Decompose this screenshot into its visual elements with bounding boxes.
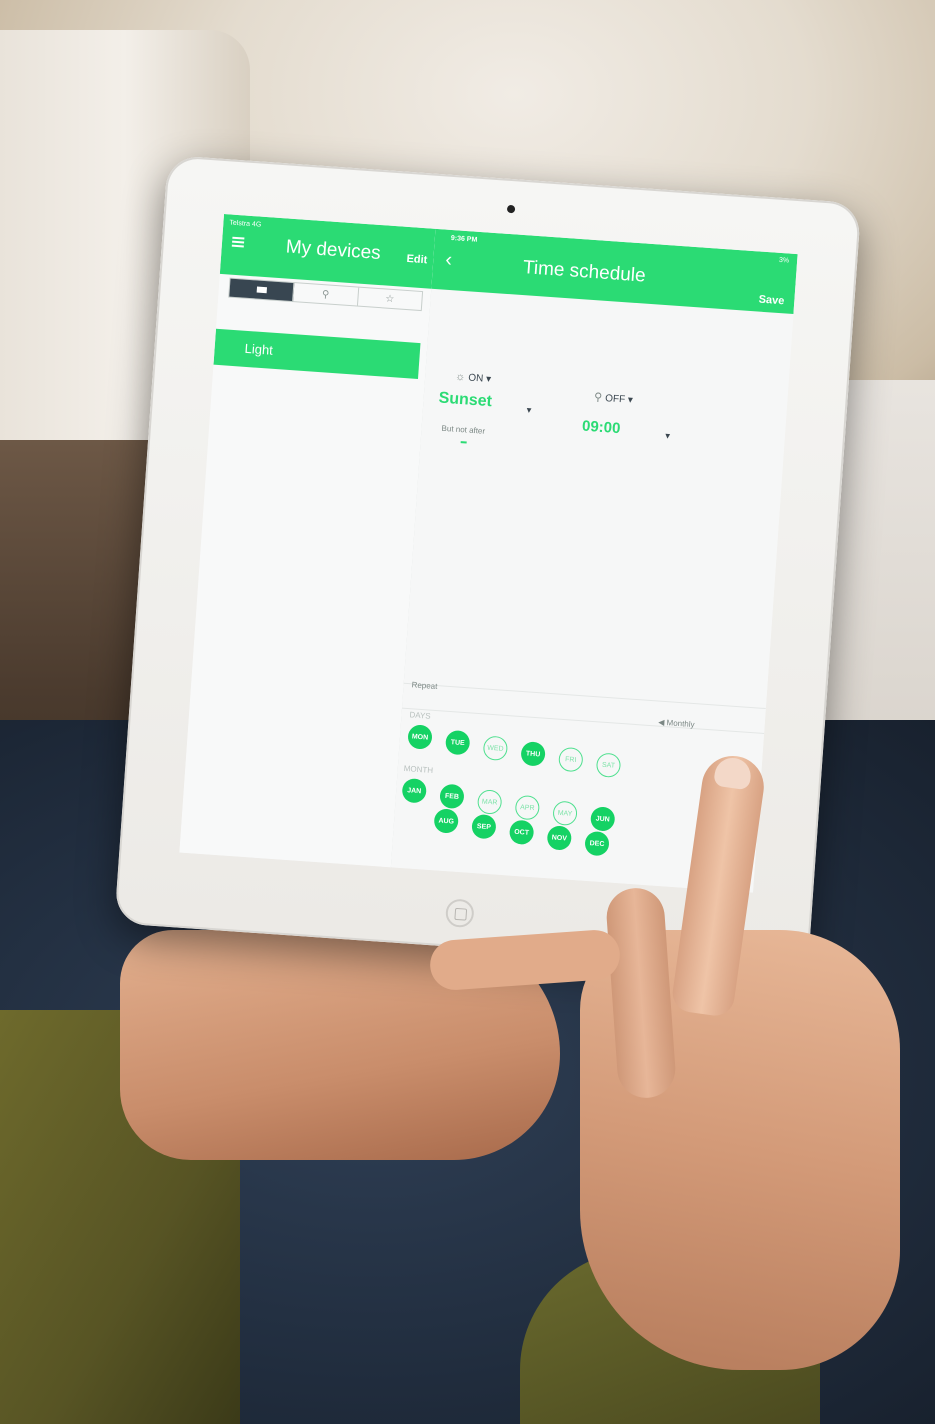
tab-list[interactable]: [229, 278, 295, 302]
devices-header: Telstra 4G My devices Edit: [219, 214, 436, 289]
back-icon[interactable]: ‹: [445, 249, 453, 271]
not-after-value[interactable]: [460, 441, 467, 444]
not-after-label: But not after: [441, 423, 486, 436]
bulb-off-icon: ⚲: [593, 391, 603, 404]
schedule-header: 9:36 PM 3% ‹ Time schedule Save: [431, 228, 798, 315]
chevron-down-icon[interactable]: ▼: [663, 431, 672, 441]
bulb-icon: ⚲: [321, 288, 330, 301]
day-toggle-thu[interactable]: THU: [520, 741, 546, 767]
day-toggle-wed[interactable]: WED: [482, 735, 509, 762]
repeat-row: [401, 682, 766, 734]
status-time: 9:36 PM: [450, 234, 478, 244]
menu-icon[interactable]: [231, 236, 245, 248]
month-toggle-aug[interactable]: AUG: [433, 808, 460, 834]
month-toggle-jun[interactable]: JUN: [589, 806, 616, 832]
carrier-status: Telstra 4G: [229, 219, 262, 229]
edit-button[interactable]: Edit: [406, 253, 428, 266]
month-toggle-sep[interactable]: SEP: [471, 813, 497, 840]
day-toggle-mon[interactable]: MON: [407, 724, 433, 750]
home-button[interactable]: [444, 898, 475, 929]
month-toggle-dec[interactable]: DEC: [584, 830, 610, 857]
battery-status: 3%: [778, 256, 790, 265]
camera: [506, 204, 516, 214]
month-toggle-apr[interactable]: APR: [514, 794, 541, 821]
month-toggle-nov[interactable]: NOV: [546, 825, 573, 851]
list-icon: [256, 286, 267, 294]
repeat-label: Repeat: [411, 680, 438, 692]
off-time-value[interactable]: 09:00: [582, 418, 621, 438]
off-dropdown[interactable]: ⚲ OFF ▾: [594, 390, 634, 406]
day-toggle-sat[interactable]: SAT: [595, 752, 622, 779]
tab-favorites[interactable]: ☆: [358, 288, 422, 310]
on-label: ON: [467, 372, 484, 385]
month-toggle-jan[interactable]: JAN: [401, 777, 428, 804]
day-toggle-tue[interactable]: TUE: [444, 729, 471, 756]
chevron-down-icon[interactable]: ▼: [525, 406, 534, 416]
schedule-title: Time schedule: [522, 257, 647, 287]
on-dropdown[interactable]: ☼ ON ▾: [455, 371, 492, 385]
frequency-value: Monthly: [666, 718, 695, 730]
month-toggle-mar[interactable]: MAR: [476, 789, 503, 815]
months-label: MONTH: [403, 763, 434, 775]
bulb-on-icon: ☼: [454, 370, 466, 384]
days-label: DAYS: [409, 710, 432, 721]
page-title: My devices: [285, 236, 382, 265]
day-toggle-fri[interactable]: FRI: [558, 746, 584, 773]
month-toggle-may[interactable]: MAY: [552, 800, 578, 827]
save-button[interactable]: Save: [758, 294, 784, 308]
month-toggle-oct[interactable]: OCT: [508, 819, 535, 846]
star-icon: ☆: [384, 293, 395, 305]
on-time-value[interactable]: Sunset: [438, 389, 492, 411]
device-item-light[interactable]: Light: [213, 328, 421, 379]
off-label: OFF: [604, 393, 626, 406]
month-toggle-feb[interactable]: FEB: [439, 783, 465, 810]
frequency-selector[interactable]: ◀ Monthly: [658, 718, 695, 730]
tab-bulbs[interactable]: ⚲: [293, 283, 359, 306]
